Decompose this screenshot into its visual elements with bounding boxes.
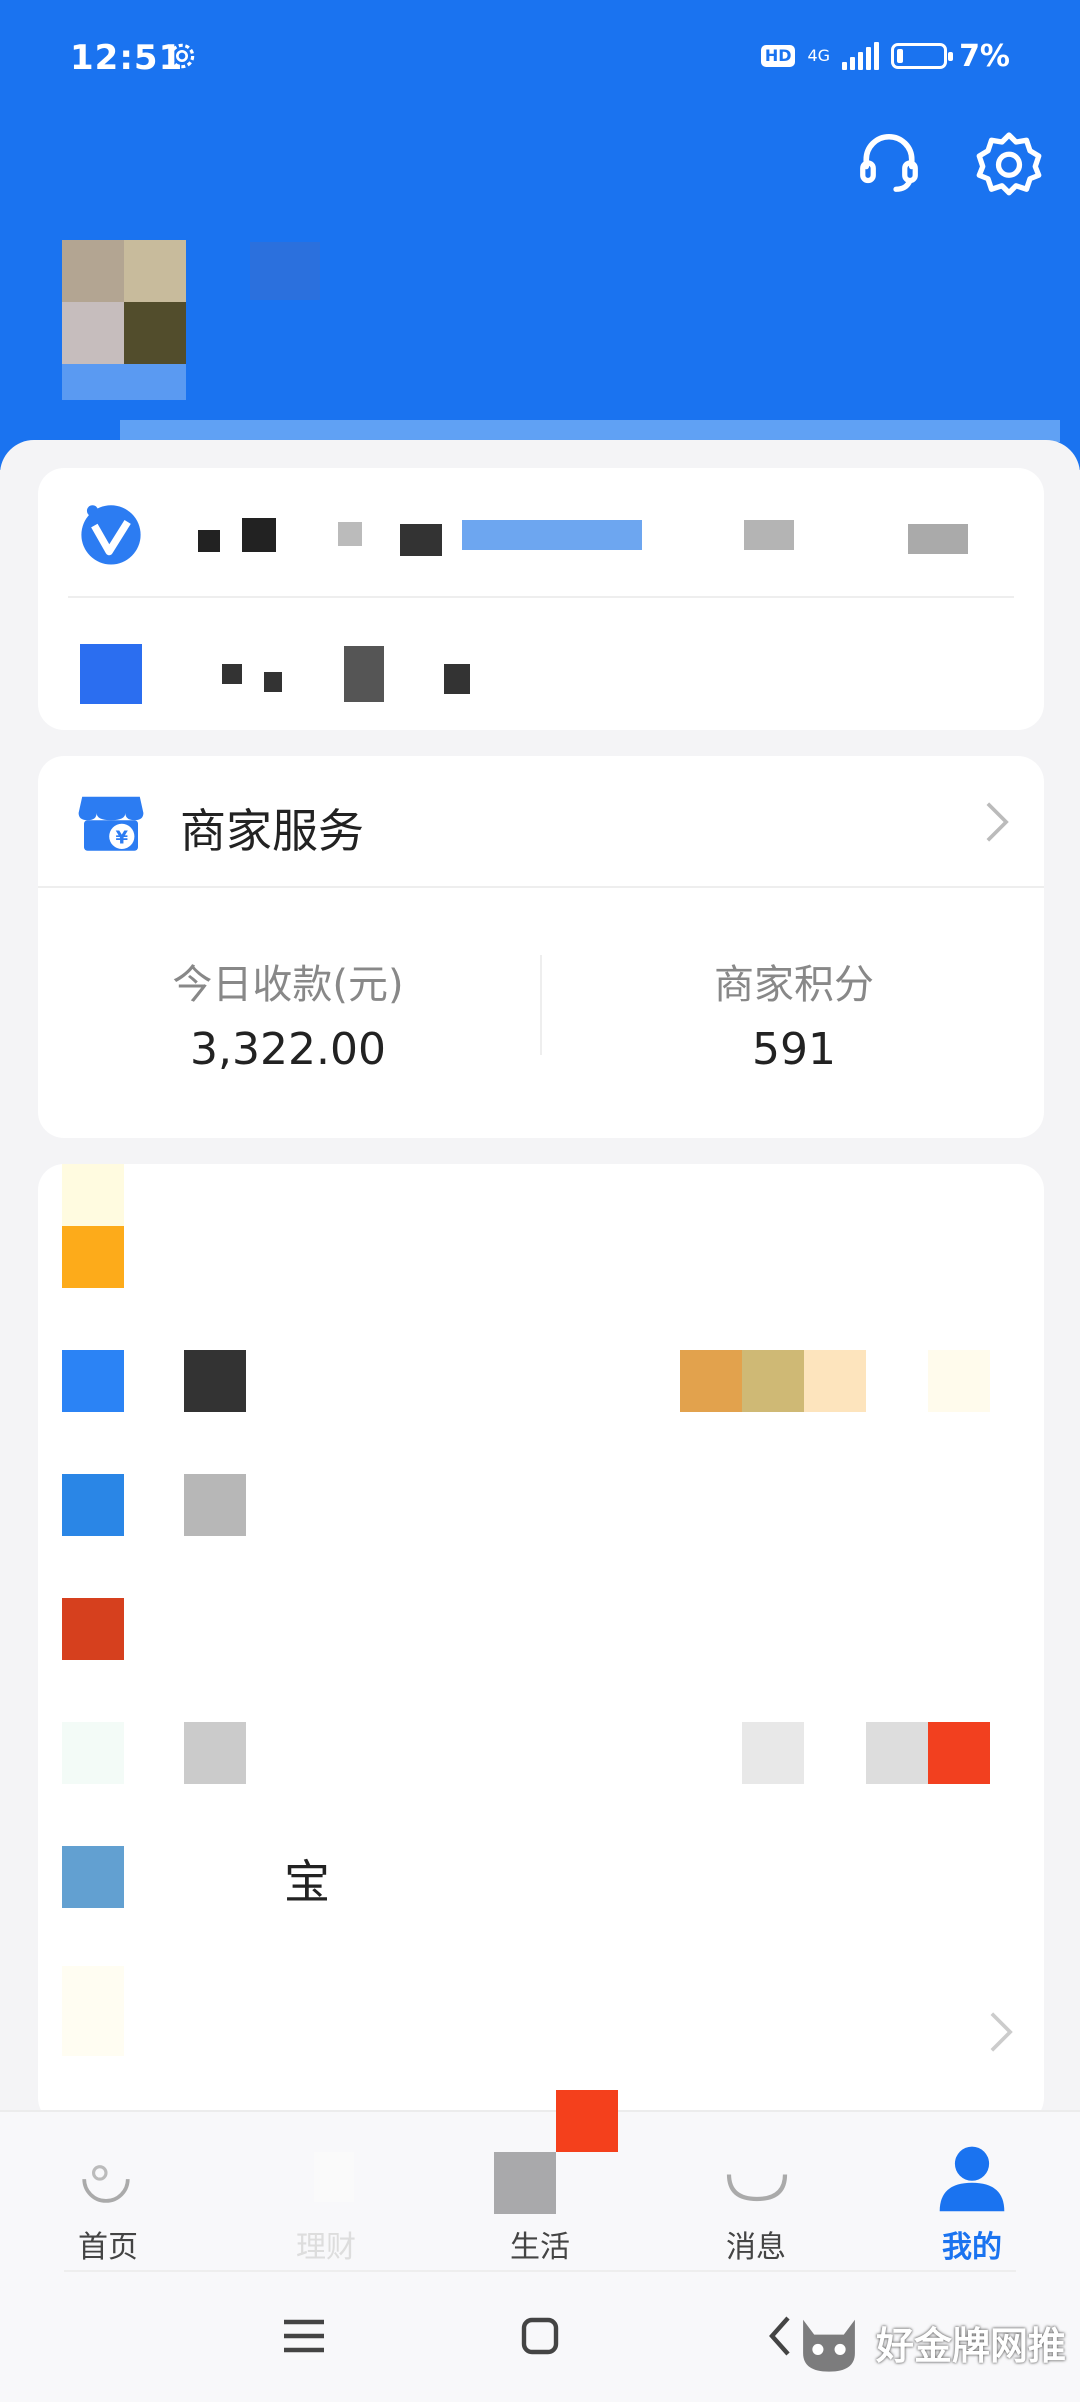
nav-home[interactable]: 首页 bbox=[38, 2140, 178, 2270]
list-item[interactable] bbox=[38, 1350, 1044, 1412]
nav-mine-label: 我的 bbox=[942, 2230, 1002, 2265]
stat-divider bbox=[540, 955, 542, 1055]
settings-gear-icon[interactable] bbox=[974, 128, 1044, 198]
status-gear-icon bbox=[169, 43, 195, 69]
list-item[interactable] bbox=[38, 1722, 1044, 1784]
nav-messages[interactable]: 消息 bbox=[686, 2140, 826, 2270]
avatar[interactable] bbox=[62, 240, 202, 400]
list-item-label: 宝 bbox=[284, 1855, 330, 1909]
nav-home-label: 首页 bbox=[78, 2230, 138, 2265]
divider bbox=[64, 2270, 1016, 2272]
shop-icon: ¥ bbox=[78, 796, 144, 851]
card-row[interactable] bbox=[38, 598, 1044, 730]
merchant-service-title[interactable]: 商家服务 bbox=[180, 795, 364, 861]
svg-text:¥: ¥ bbox=[116, 828, 129, 849]
header-blur-band bbox=[120, 420, 1060, 442]
cat-logo-icon bbox=[803, 2319, 855, 2372]
vip-row[interactable] bbox=[38, 468, 1044, 598]
network-type: 4G bbox=[807, 46, 831, 65]
list-item[interactable] bbox=[38, 1966, 1044, 2066]
list-item[interactable] bbox=[38, 1598, 1044, 1660]
nav-life[interactable]: 生活 bbox=[470, 2090, 618, 2270]
watermark: 好金牌网推 bbox=[792, 2305, 1066, 2379]
nav-life-label: 生活 bbox=[510, 2230, 570, 2265]
signal-icon bbox=[842, 42, 880, 70]
list-item[interactable] bbox=[38, 1474, 1044, 1536]
watermark-text: 好金牌网推 bbox=[875, 2323, 1066, 2368]
headset-icon[interactable] bbox=[854, 128, 924, 198]
username-mosaic bbox=[250, 242, 320, 300]
chevron-right-icon[interactable] bbox=[988, 2010, 1014, 2054]
menu-icon[interactable] bbox=[274, 2306, 334, 2366]
merchant-points-label[interactable]: 商家积分 bbox=[604, 952, 984, 1010]
nav-wealth-label: 理财 bbox=[296, 2230, 356, 2265]
today-income-label[interactable]: 今日收款(元) bbox=[98, 952, 478, 1010]
message-icon bbox=[726, 2174, 788, 2202]
status-indicators: HD 4G 7% bbox=[760, 36, 1010, 76]
merchant-points-value[interactable]: 591 bbox=[604, 1024, 984, 1075]
divider bbox=[38, 886, 1044, 888]
chevron-right-icon[interactable] bbox=[984, 800, 1010, 844]
nav-messages-label: 消息 bbox=[726, 2230, 786, 2265]
battery-percent: 7% bbox=[959, 38, 1010, 74]
home-icon bbox=[82, 2165, 130, 2203]
nav-mine[interactable]: 我的 bbox=[902, 2140, 1042, 2270]
battery-icon bbox=[891, 43, 954, 69]
home-square-icon[interactable] bbox=[510, 2306, 570, 2366]
user-icon bbox=[939, 2146, 1005, 2212]
vip-icon bbox=[81, 505, 141, 565]
hd-badge: HD bbox=[760, 45, 796, 67]
list-item[interactable] bbox=[38, 1164, 1044, 1288]
list-item[interactable]: 宝 bbox=[38, 1846, 1044, 1909]
today-income-value[interactable]: 3,322.00 bbox=[98, 1024, 478, 1075]
nav-wealth[interactable]: 理财 bbox=[256, 2140, 396, 2270]
